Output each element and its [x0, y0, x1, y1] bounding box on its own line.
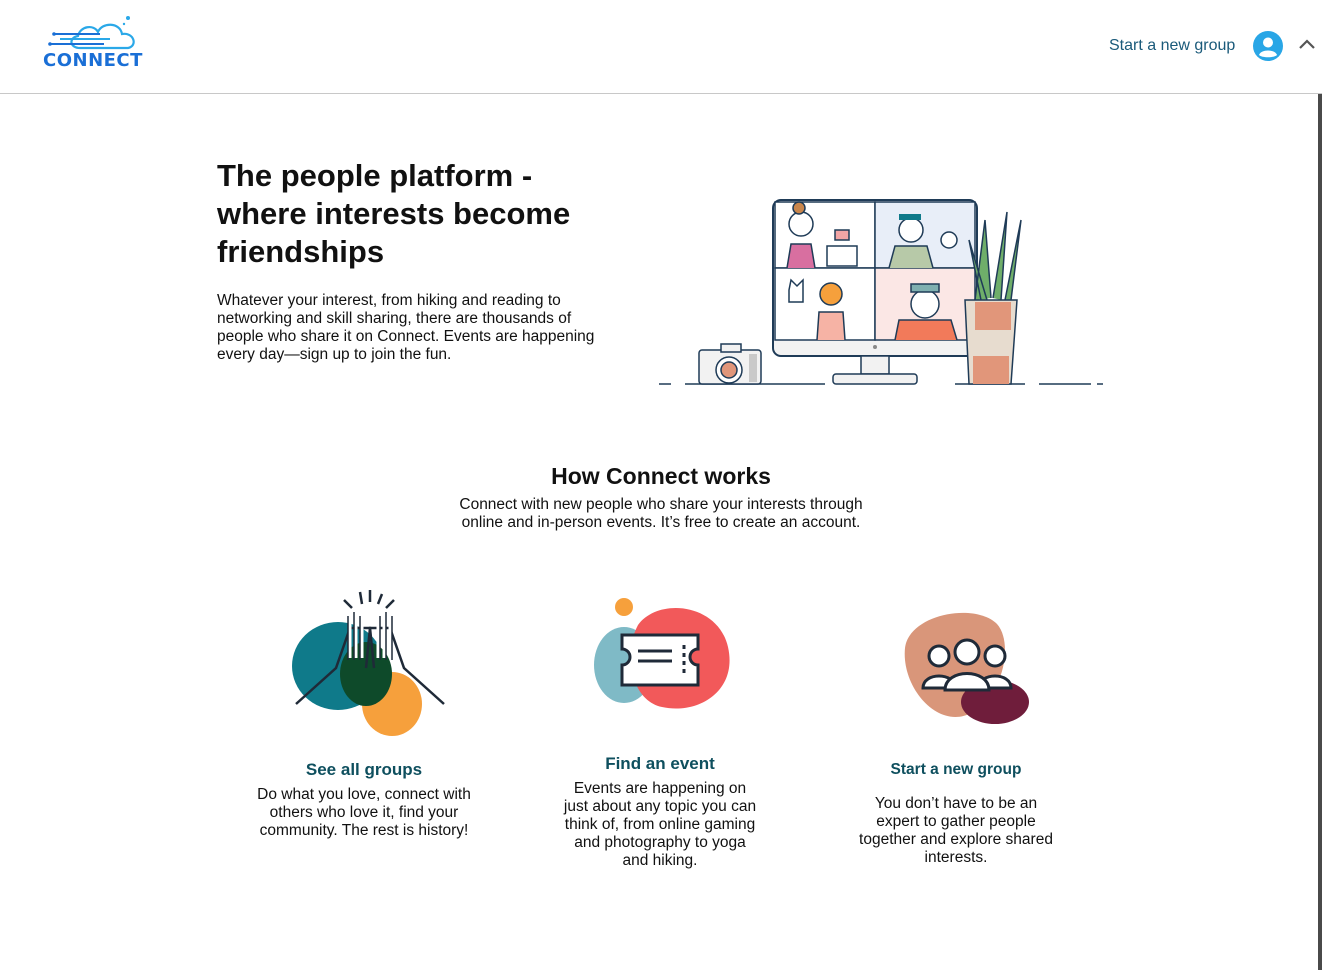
start-new-group-link[interactable]: Start a new group: [1109, 37, 1235, 55]
chevron-up-icon[interactable]: [1298, 38, 1316, 50]
find-an-event-description: Events are happening on just about any t…: [563, 780, 757, 869]
site-header: CONNECT Start a new group: [0, 0, 1322, 94]
logo-text[interactable]: CONNECT: [43, 50, 143, 71]
how-it-works-title: How Connect works: [551, 463, 771, 489]
video-call-illustration: [659, 199, 1103, 385]
see-all-groups-title[interactable]: See all groups: [254, 760, 474, 780]
see-all-groups-description: Do what you love, connect with others wh…: [257, 786, 471, 839]
hero-description: Whatever your interest, from hiking and …: [217, 292, 595, 363]
how-it-works-subtitle: Connect with new people who share your i…: [459, 496, 863, 531]
people-group-icon[interactable]: [895, 608, 1035, 728]
start-new-group-title[interactable]: Start a new group: [846, 761, 1066, 779]
start-new-group-description: You don’t have to be an expert to gather…: [859, 795, 1053, 866]
user-avatar-icon[interactable]: [1253, 31, 1283, 61]
ticket-icon[interactable]: [588, 595, 738, 715]
window-edge: [1318, 94, 1322, 970]
hero-title: The people platform - where interests be…: [217, 158, 571, 269]
find-an-event-title[interactable]: Find an event: [560, 754, 760, 774]
high-five-icon[interactable]: [290, 588, 450, 738]
